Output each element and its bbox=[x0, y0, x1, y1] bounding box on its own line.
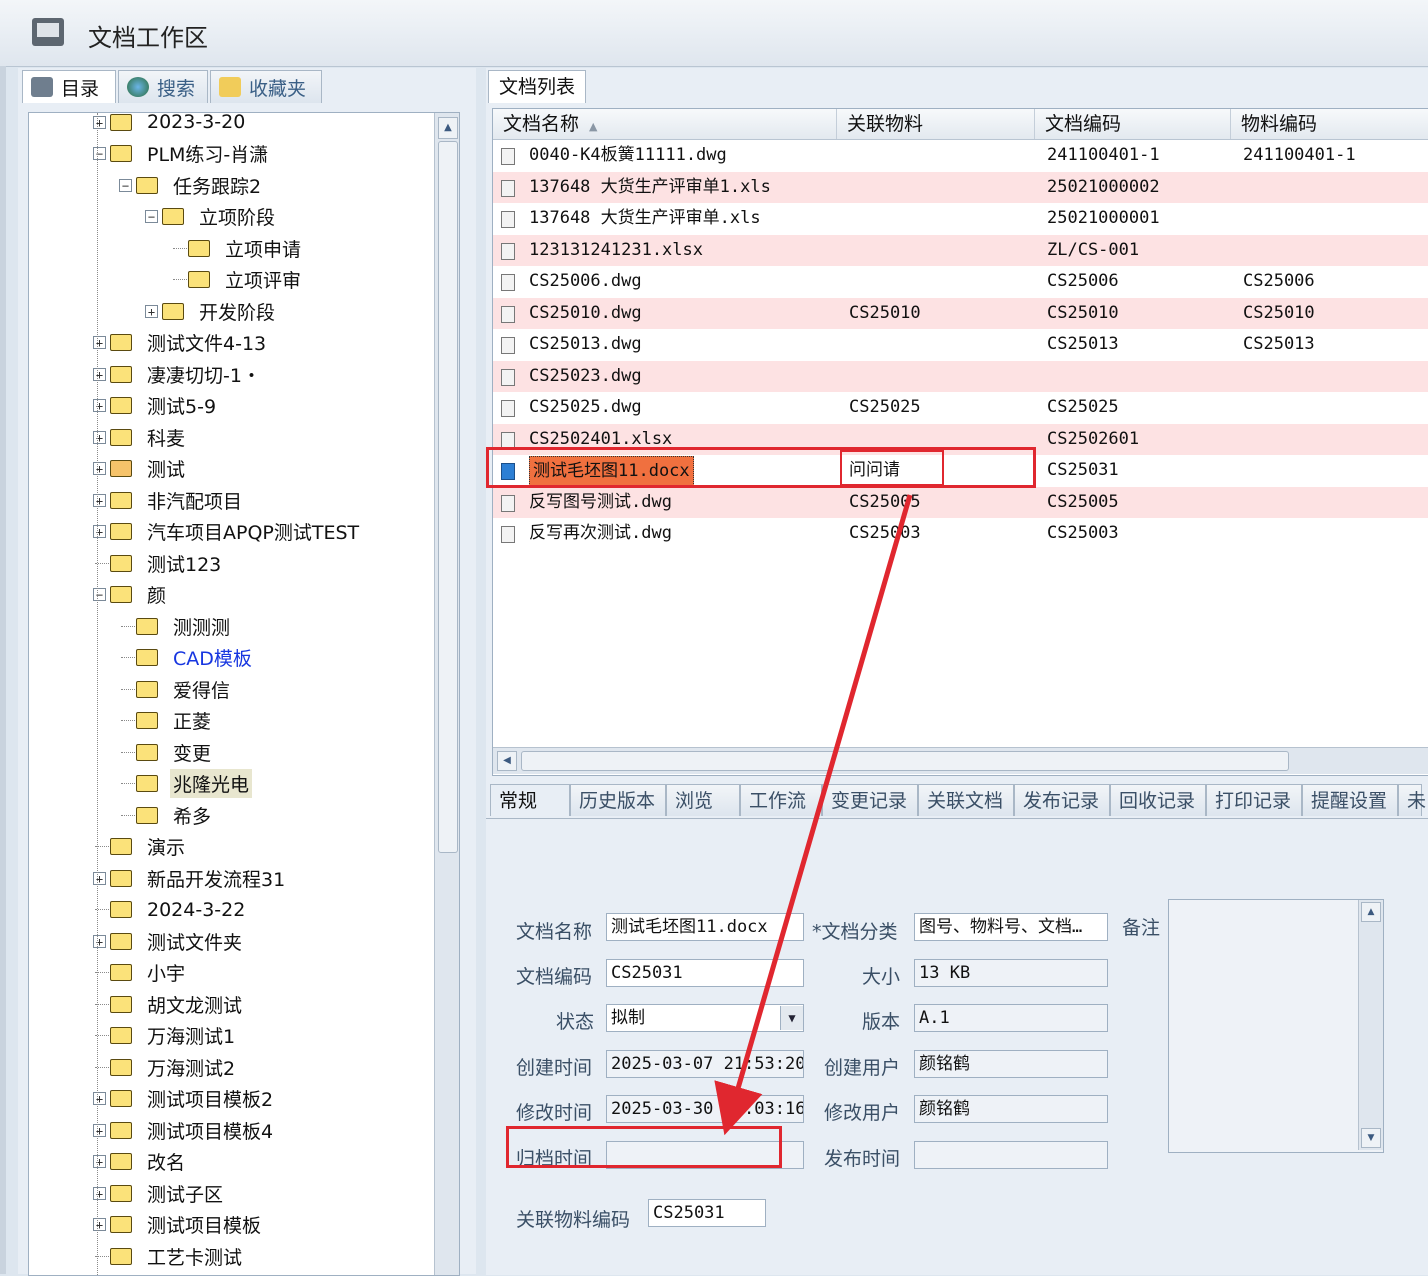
annotation-arrow bbox=[714, 494, 913, 1136]
annotation-arrow-line bbox=[714, 494, 913, 1136]
